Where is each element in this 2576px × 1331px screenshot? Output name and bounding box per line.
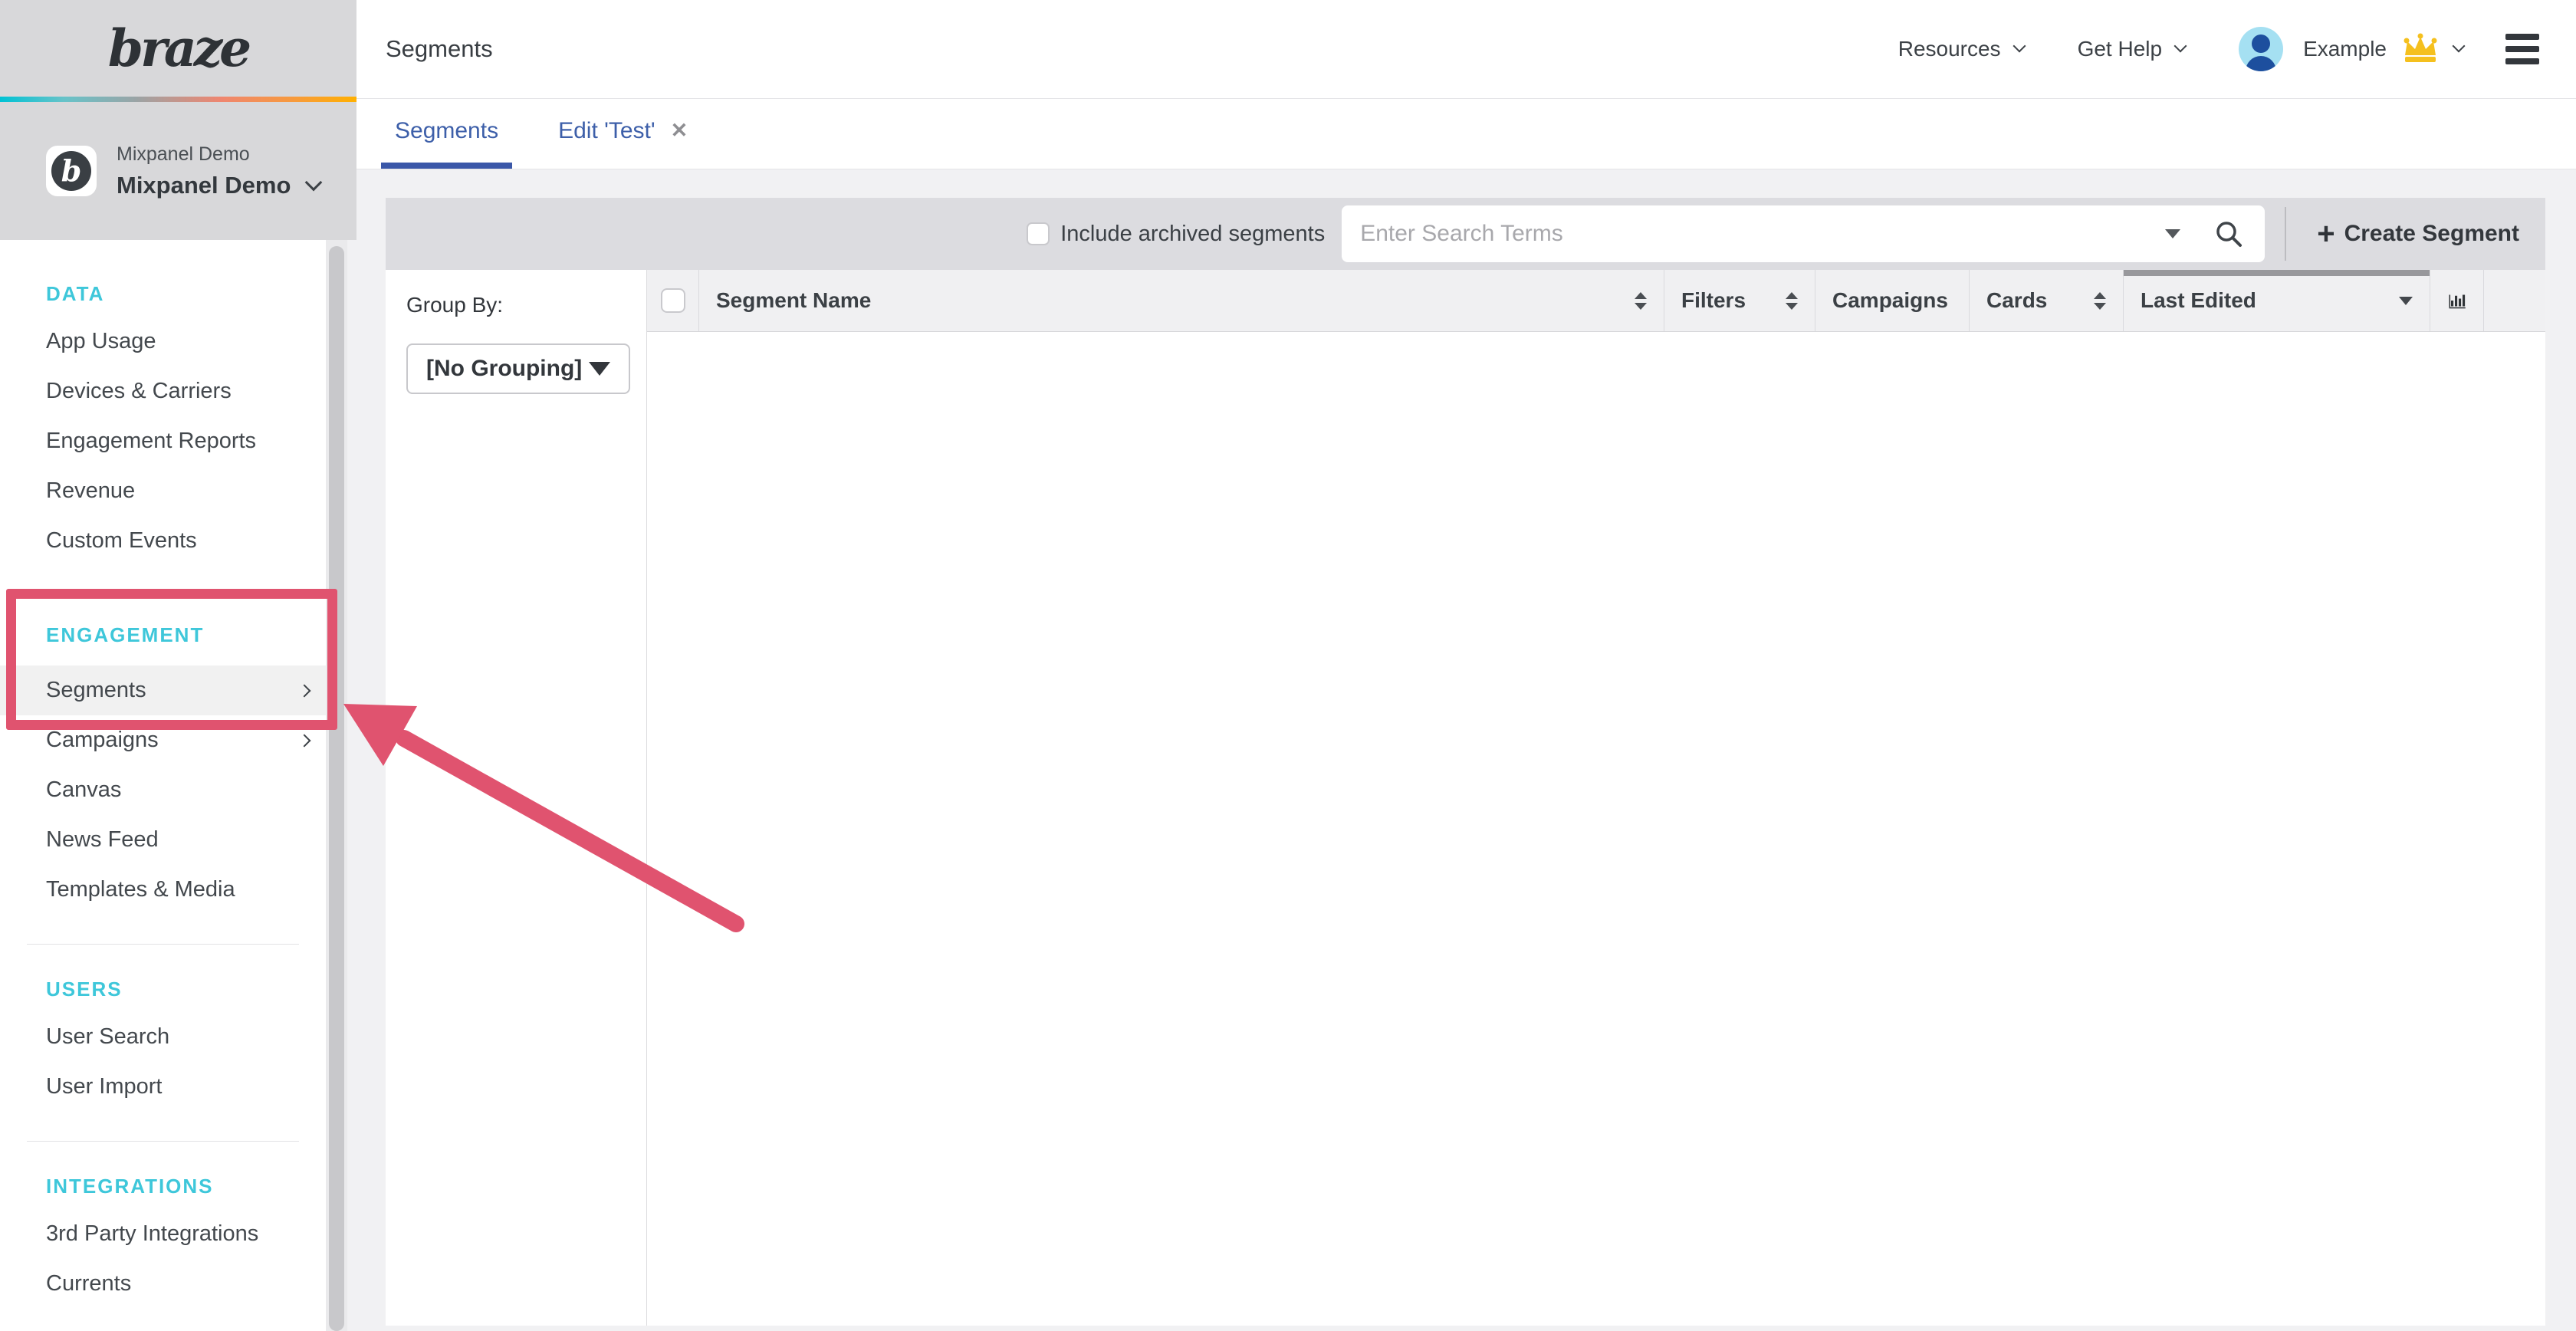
avatar [2239, 27, 2283, 71]
brand-gradient-divider [0, 97, 356, 102]
segments-card: Include archived segments + Create Segme… [386, 198, 2545, 1326]
chevron-right-icon [298, 734, 311, 747]
segments-toolbar: Include archived segments + Create Segme… [386, 198, 2545, 270]
column-header-campaigns[interactable]: Campaigns [1815, 270, 1970, 331]
sidebar-item-campaigns[interactable]: Campaigns [0, 715, 326, 765]
group-by-select[interactable]: [No Grouping] [406, 343, 630, 394]
include-archived-checkbox[interactable] [1027, 222, 1050, 245]
sort-desc-icon[interactable] [2399, 297, 2413, 305]
include-archived-label: Include archived segments [1060, 222, 1325, 247]
sidebar-scrollbar-thumb[interactable] [329, 246, 344, 1331]
column-header-cards[interactable]: Cards [1970, 270, 2124, 331]
create-segment-button[interactable]: + Create Segment [2286, 198, 2545, 270]
table-header-row: Segment Name Filters Campaigns Cards [647, 270, 2545, 332]
sidebar-item-3rd-party-integrations[interactable]: 3rd Party Integrations [0, 1209, 326, 1259]
main-content: Include archived segments + Create Segme… [356, 170, 2576, 1331]
braze-logo: braze [108, 18, 248, 78]
workspace-icon: b [46, 146, 97, 196]
table-body-empty [647, 332, 2545, 1326]
workspace-name: Mixpanel Demo [117, 172, 291, 199]
sidebar-item-engagement-reports[interactable]: Engagement Reports [0, 416, 326, 466]
sidebar-item-user-import[interactable]: User Import [0, 1062, 326, 1112]
user-menu[interactable]: Example [2239, 27, 2463, 71]
logo-block: braze [0, 0, 356, 97]
chevron-down-icon [2453, 40, 2466, 53]
sidebar-section-users: USERS [0, 966, 326, 1012]
search-icon[interactable] [2214, 219, 2243, 248]
workspace-icon-letter: b [51, 151, 91, 191]
sidebar-item-templates-media[interactable]: Templates & Media [0, 865, 326, 915]
sort-icon[interactable] [1786, 292, 1798, 310]
workspace-label: Mixpanel Demo [117, 143, 320, 166]
sort-icon[interactable] [2094, 292, 2106, 310]
get-help-menu[interactable]: Get Help [2078, 37, 2186, 61]
user-name: Example [2303, 37, 2387, 61]
column-header-spacer [2484, 270, 2545, 331]
column-header-last-edited[interactable]: Last Edited [2124, 270, 2430, 331]
sidebar-item-segments[interactable]: Segments [0, 666, 326, 715]
sidebar-section-data: DATA [0, 271, 326, 317]
tab-edit-test[interactable]: Edit 'Test' ✕ [544, 99, 702, 169]
sidebar-item-app-usage[interactable]: App Usage [0, 317, 326, 366]
column-header-segment-name[interactable]: Segment Name [699, 270, 1664, 331]
search-dropdown-caret-icon[interactable] [2165, 229, 2180, 238]
crown-icon [2400, 32, 2440, 66]
bar-chart-icon[interactable] [2447, 285, 2466, 316]
sidebar: DATA App Usage Devices & Carriers Engage… [0, 240, 326, 1331]
sidebar-section-engagement: ENGAGEMENT [0, 612, 326, 658]
hamburger-menu-icon[interactable] [2505, 34, 2539, 64]
chevron-down-icon [305, 173, 323, 191]
tab-segments[interactable]: Segments [381, 99, 512, 169]
column-header-analytics[interactable] [2430, 270, 2484, 331]
group-by-panel: Group By: [No Grouping] [386, 270, 647, 1326]
sidebar-item-news-feed[interactable]: News Feed [0, 815, 326, 865]
sidebar-section-integrations: INTEGRATIONS [0, 1163, 326, 1209]
chevron-down-icon [2174, 40, 2187, 53]
sidebar-divider [27, 944, 299, 945]
search-box [1342, 205, 2265, 262]
sidebar-item-currents[interactable]: Currents [0, 1259, 326, 1309]
sidebar-item-revenue[interactable]: Revenue [0, 466, 326, 516]
resources-menu[interactable]: Resources [1898, 37, 2024, 61]
group-by-label: Group By: [406, 293, 628, 317]
dropdown-arrow-icon [589, 362, 610, 376]
sidebar-item-canvas[interactable]: Canvas [0, 765, 326, 815]
sort-icon[interactable] [1635, 292, 1647, 310]
page-title: Segments [386, 35, 493, 63]
sidebar-item-devices-carriers[interactable]: Devices & Carriers [0, 366, 326, 416]
top-bar: Segments Resources Get Help Example [356, 0, 2576, 99]
sidebar-divider [27, 1141, 299, 1142]
plus-icon: + [2317, 219, 2334, 249]
column-header-filters[interactable]: Filters [1664, 270, 1815, 331]
sidebar-scrollbar-track[interactable] [326, 240, 347, 1331]
sidebar-item-user-search[interactable]: User Search [0, 1012, 326, 1062]
search-input[interactable] [1360, 221, 2157, 247]
close-tab-icon[interactable]: ✕ [671, 119, 688, 143]
select-all-checkbox[interactable] [661, 288, 685, 313]
segments-table: Segment Name Filters Campaigns Cards [647, 270, 2545, 1326]
chevron-down-icon [2013, 40, 2026, 53]
workspace-selector[interactable]: b Mixpanel Demo Mixpanel Demo [0, 102, 356, 240]
tabs-bar: Segments Edit 'Test' ✕ [356, 99, 2576, 169]
sidebar-item-custom-events[interactable]: Custom Events [0, 516, 326, 566]
chevron-right-icon [298, 684, 311, 697]
